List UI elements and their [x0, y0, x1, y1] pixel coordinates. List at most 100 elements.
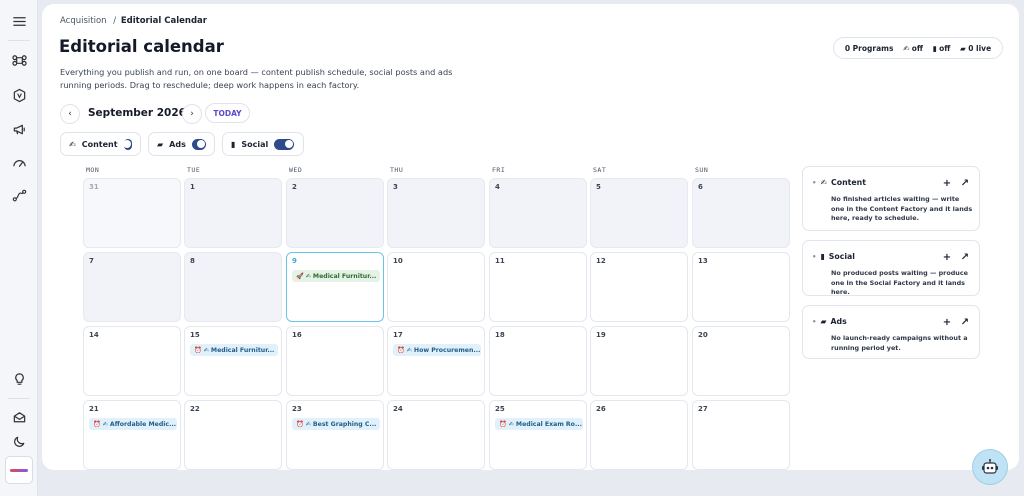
weekday-tue: TUE	[187, 166, 201, 174]
day-cell[interactable]: 15 ⏰ ✍ Medical Furnitur...	[184, 326, 282, 396]
day-cell[interactable]: 20	[692, 326, 790, 396]
event-title: Medical Furnitur...	[312, 272, 377, 280]
today-button[interactable]: TODAY	[205, 103, 250, 123]
open-content-factory-button[interactable]: ↗	[958, 176, 972, 190]
assistant-button[interactable]	[972, 449, 1008, 485]
left-rail	[0, 0, 38, 496]
megaphone-icon[interactable]	[6, 116, 32, 142]
ads-toggle[interactable]	[191, 138, 206, 150]
command-icon[interactable]	[6, 47, 32, 73]
day-number: 6	[698, 183, 703, 191]
add-ads-button[interactable]: +	[940, 315, 954, 329]
day-cell[interactable]: 13	[692, 252, 790, 322]
day-cell[interactable]: 8	[184, 252, 282, 322]
day-cell[interactable]: 31	[83, 178, 181, 248]
ads-queue-header[interactable]: • ▰ Ads	[812, 317, 847, 326]
day-cell[interactable]: 4	[489, 178, 587, 248]
day-cell[interactable]: 10	[387, 252, 485, 322]
alarm-clock-icon: ⏰	[499, 421, 507, 428]
day-number: 22	[190, 405, 200, 413]
day-cell[interactable]: 22	[184, 400, 282, 470]
ads-status: ▰ 0 live	[960, 43, 992, 53]
route-icon[interactable]	[6, 182, 32, 208]
event-chip-live[interactable]: 🚀 ✍ Medical Furnitur...	[292, 270, 380, 282]
day-number: 16	[292, 331, 302, 339]
chevron-left-icon: ‹	[68, 109, 72, 119]
breadcrumb-parent[interactable]: Acquisition	[60, 16, 107, 26]
day-cell[interactable]: 19	[590, 326, 688, 396]
day-cell[interactable]: 18	[489, 326, 587, 396]
moon-icon[interactable]	[6, 428, 32, 454]
ads-queue-empty-text: No launch-ready campaigns without a runn…	[831, 334, 968, 352]
content-queue-panel: • ✍ Content + ↗ No finished articles wai…	[802, 166, 980, 231]
event-chip-scheduled[interactable]: ⏰ ✍ Medical Exam Ro...	[495, 418, 583, 430]
day-cell[interactable]: 11	[489, 252, 587, 322]
event-title: Affordable Medic...	[109, 420, 177, 428]
day-cell[interactable]: 23 ⏰ ✍ Best Graphing C...	[286, 400, 384, 470]
day-number: 25	[495, 405, 505, 413]
pencil-icon: ✍	[305, 272, 311, 280]
filter-ads-label: Ads	[169, 139, 186, 149]
lightbulb-icon[interactable]	[6, 366, 32, 392]
day-number: 15	[190, 331, 200, 339]
event-chip-scheduled[interactable]: ⏰ ✍ How Procuremen...	[393, 344, 481, 356]
day-cell[interactable]: 16	[286, 326, 384, 396]
day-cell[interactable]: 1	[184, 178, 282, 248]
day-cell-today[interactable]: 9 🚀 ✍ Medical Furnitur...	[286, 252, 384, 322]
day-number: 20	[698, 331, 708, 339]
filter-content[interactable]: ✍ Content	[60, 132, 141, 156]
day-cell[interactable]: 6	[692, 178, 790, 248]
workspace-logo[interactable]	[5, 456, 33, 484]
content-queue-empty-text: No finished articles waiting — write one…	[831, 195, 973, 222]
day-number: 27	[698, 405, 708, 413]
event-chip-scheduled[interactable]: ⏰ ✍ Best Graphing C...	[292, 418, 380, 430]
day-cell[interactable]: 24	[387, 400, 485, 470]
day-cell[interactable]: 17 ⏰ ✍ How Procuremen...	[387, 326, 485, 396]
rail-divider	[8, 398, 30, 399]
day-number: 1	[190, 183, 195, 191]
day-cell[interactable]: 21 ⏰ ✍ Affordable Medic...	[83, 400, 181, 470]
prev-month-button[interactable]: ‹	[60, 104, 80, 124]
factory-badge-icon[interactable]	[6, 82, 32, 108]
day-cell[interactable]: 26	[590, 400, 688, 470]
event-chip-scheduled[interactable]: ⏰ ✍ Affordable Medic...	[89, 418, 177, 430]
event-chip-scheduled[interactable]: ⏰ ✍ Medical Furnitur...	[190, 344, 278, 356]
filter-social[interactable]: ▮ Social	[222, 132, 304, 156]
open-social-factory-button[interactable]: ↗	[958, 250, 972, 264]
event-title: Medical Furnitur...	[210, 346, 275, 354]
day-number: 10	[393, 257, 403, 265]
next-month-button[interactable]: ›	[182, 104, 202, 124]
social-toggle[interactable]	[274, 138, 295, 150]
gauge-icon[interactable]	[6, 149, 32, 175]
phone-icon: ▮	[820, 252, 825, 261]
breadcrumb: Acquisition / Editorial Calendar	[60, 16, 207, 26]
day-cell[interactable]: 27	[692, 400, 790, 470]
day-cell[interactable]: 7	[83, 252, 181, 322]
pencil-icon: ✍	[820, 178, 828, 187]
day-cell[interactable]: 14	[83, 326, 181, 396]
day-number: 21	[89, 405, 99, 413]
filter-ads[interactable]: ▰ Ads	[148, 132, 215, 156]
day-cell[interactable]: 3	[387, 178, 485, 248]
pencil-icon: ✍	[102, 420, 108, 428]
event-title: How Procuremen...	[413, 346, 481, 354]
open-ads-factory-button[interactable]: ↗	[958, 315, 972, 329]
event-title: Medical Exam Ro...	[515, 420, 582, 428]
weekday-fri: FRI	[492, 166, 506, 174]
menu-icon[interactable]	[6, 8, 32, 34]
day-cell[interactable]: 5	[590, 178, 688, 248]
content-toggle[interactable]	[122, 138, 132, 150]
day-cell[interactable]: 25 ⏰ ✍ Medical Exam Ro...	[489, 400, 587, 470]
plus-icon: +	[942, 177, 952, 189]
day-number: 7	[89, 257, 94, 265]
day-cell[interactable]: 2	[286, 178, 384, 248]
social-queue-header[interactable]: • ▮ Social	[812, 252, 855, 261]
day-cell[interactable]: 12	[590, 252, 688, 322]
add-social-button[interactable]: +	[940, 250, 954, 264]
filter-social-label: Social	[241, 139, 269, 149]
day-number: 3	[393, 183, 398, 191]
add-content-button[interactable]: +	[940, 176, 954, 190]
mail-icon[interactable]	[6, 404, 32, 430]
content-queue-header[interactable]: • ✍ Content	[812, 178, 866, 187]
social-queue-title: Social	[828, 252, 855, 261]
